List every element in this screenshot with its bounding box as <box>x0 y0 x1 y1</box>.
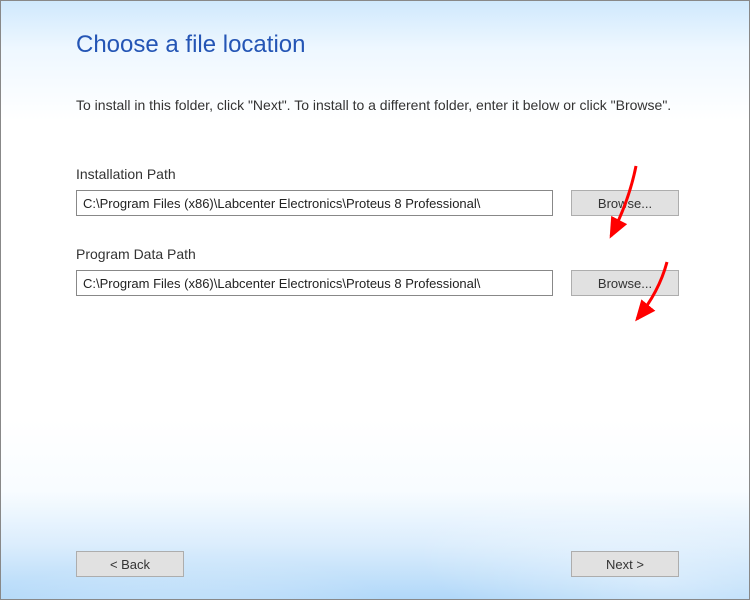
install-path-group: Installation Path Browse... <box>76 166 679 216</box>
back-button[interactable]: < Back <box>76 551 184 577</box>
wizard-footer: < Back Next > <box>1 529 749 599</box>
install-path-input[interactable] <box>76 190 553 216</box>
page-title: Choose a file location <box>76 31 679 59</box>
content-area: Choose a file location To install in thi… <box>1 1 749 519</box>
data-path-label: Program Data Path <box>76 246 679 262</box>
page-description: To install in this folder, click "Next".… <box>76 95 679 116</box>
data-path-input[interactable] <box>76 270 553 296</box>
data-path-group: Program Data Path Browse... <box>76 246 679 296</box>
data-path-row: Browse... <box>76 270 679 296</box>
next-button[interactable]: Next > <box>571 551 679 577</box>
install-path-label: Installation Path <box>76 166 679 182</box>
install-path-row: Browse... <box>76 190 679 216</box>
data-browse-button[interactable]: Browse... <box>571 270 679 296</box>
install-browse-button[interactable]: Browse... <box>571 190 679 216</box>
installer-wizard: Choose a file location To install in thi… <box>0 0 750 600</box>
